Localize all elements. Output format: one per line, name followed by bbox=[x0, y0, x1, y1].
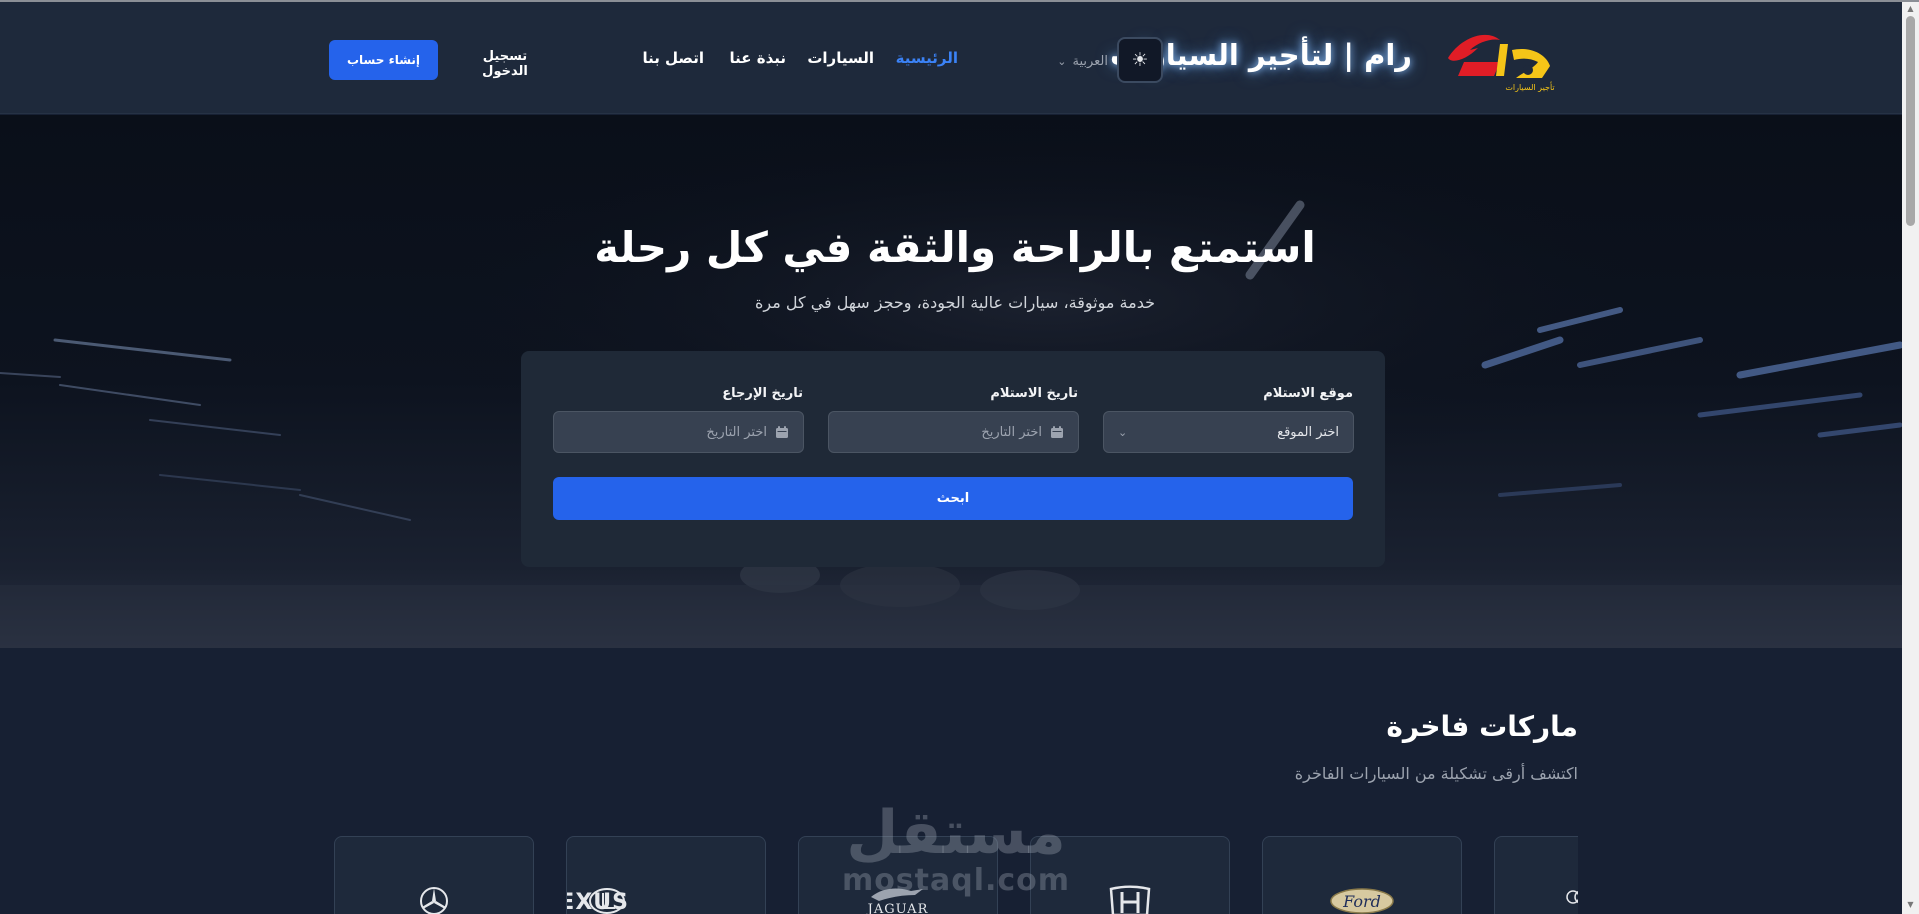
brands-carousel: LEXUS JAGUAR Ford bbox=[0, 836, 1902, 914]
page: تأجير السيارات رام | لتأجير السيارات ☀ ا… bbox=[0, 0, 1919, 914]
return-date-placeholder: اختر التاريخ bbox=[706, 424, 767, 440]
scroll-down-icon[interactable]: ▼ bbox=[1905, 900, 1916, 910]
nav-cars[interactable]: السيارات bbox=[807, 49, 874, 71]
mercedes-logo-icon bbox=[420, 887, 448, 914]
logo-tagline: تأجير السيارات bbox=[1505, 81, 1554, 92]
hero-section: استمتع بالراحة والثقة في كل رحلة خدمة مو… bbox=[0, 115, 1902, 648]
pickup-date-placeholder: اختر التاريخ bbox=[981, 424, 1042, 440]
page-scrollbar[interactable]: ▲ ▼ bbox=[1902, 2, 1919, 914]
return-date-label: تاريخ الإرجاع bbox=[722, 386, 803, 401]
language-label: العربية bbox=[1072, 53, 1108, 69]
hero-subtitle: خدمة موثوقة، سيارات عالية الجودة، وحجز س… bbox=[755, 293, 1155, 312]
return-date-input[interactable]: اختر التاريخ bbox=[553, 411, 804, 453]
jaguar-logo-icon: JAGUAR bbox=[866, 888, 929, 914]
site-name[interactable]: رام | لتأجير السيارات bbox=[1110, 38, 1412, 82]
theme-toggle-button[interactable]: ☀ bbox=[1117, 37, 1163, 83]
ford-wordmark: Ford bbox=[1342, 892, 1381, 911]
language-select[interactable]: العربية ⌄ bbox=[1028, 51, 1108, 71]
jaguar-wordmark: JAGUAR bbox=[866, 902, 929, 914]
search-form: موقع الاستلام اختر الموقع ⌄ تاريخ الاستل… bbox=[521, 351, 1385, 567]
location-label: موقع الاستلام bbox=[1263, 386, 1353, 401]
ford-logo-icon: Ford bbox=[1330, 888, 1394, 914]
hero-title: استمتع بالراحة والثقة في كل رحلة bbox=[594, 223, 1316, 272]
nav-about[interactable]: نبذة عنا bbox=[730, 49, 787, 71]
brands-title: ماركات فاخرة bbox=[1386, 710, 1578, 743]
brand-card-audi[interactable] bbox=[1494, 836, 1578, 914]
chevron-down-icon: ⌄ bbox=[1057, 54, 1067, 68]
sun-icon: ☀ bbox=[1131, 49, 1149, 71]
calendar-icon bbox=[776, 426, 788, 438]
pickup-date-input[interactable]: اختر التاريخ bbox=[828, 411, 1079, 453]
brand-card-ford[interactable]: Ford bbox=[1262, 836, 1462, 914]
lexus-logo-icon: LEXUS bbox=[567, 888, 629, 914]
nav-home[interactable]: الرئيسية bbox=[896, 49, 958, 71]
location-select[interactable]: اختر الموقع ⌄ bbox=[1103, 411, 1354, 453]
scroll-up-icon[interactable]: ▲ bbox=[1905, 4, 1916, 14]
navbar: تأجير السيارات رام | لتأجير السيارات ☀ ا… bbox=[0, 2, 1902, 114]
pickup-date-label: تاريخ الاستلام bbox=[990, 386, 1078, 401]
audi-logo-icon bbox=[1566, 890, 1578, 904]
lexus-wordmark: LEXUS bbox=[567, 890, 629, 914]
calendar-icon bbox=[1051, 426, 1063, 438]
brand-card-lexus[interactable]: LEXUS bbox=[566, 836, 766, 914]
register-button[interactable]: إنشاء حساب bbox=[329, 40, 438, 80]
search-button[interactable]: ابحث bbox=[553, 477, 1353, 520]
brands-carousel-clip bbox=[1494, 836, 1578, 914]
brands-subtitle: اكتشف أرقى تشكيلة من السيارات الفاخرة bbox=[1294, 764, 1578, 783]
scrollbar-thumb[interactable] bbox=[1906, 16, 1915, 226]
brand-card-honda[interactable] bbox=[1030, 836, 1230, 914]
login-button[interactable]: تسجيل الدخول bbox=[459, 49, 551, 79]
chevron-down-icon: ⌄ bbox=[1118, 425, 1128, 439]
site-logo[interactable]: تأجير السيارات bbox=[1438, 26, 1562, 92]
honda-logo-icon bbox=[1109, 885, 1151, 914]
brand-card-mercedes[interactable] bbox=[334, 836, 534, 914]
brand-card-jaguar[interactable]: JAGUAR bbox=[798, 836, 998, 914]
location-value: اختر الموقع bbox=[1277, 424, 1339, 440]
nav-contact[interactable]: اتصل بنا bbox=[642, 49, 704, 71]
